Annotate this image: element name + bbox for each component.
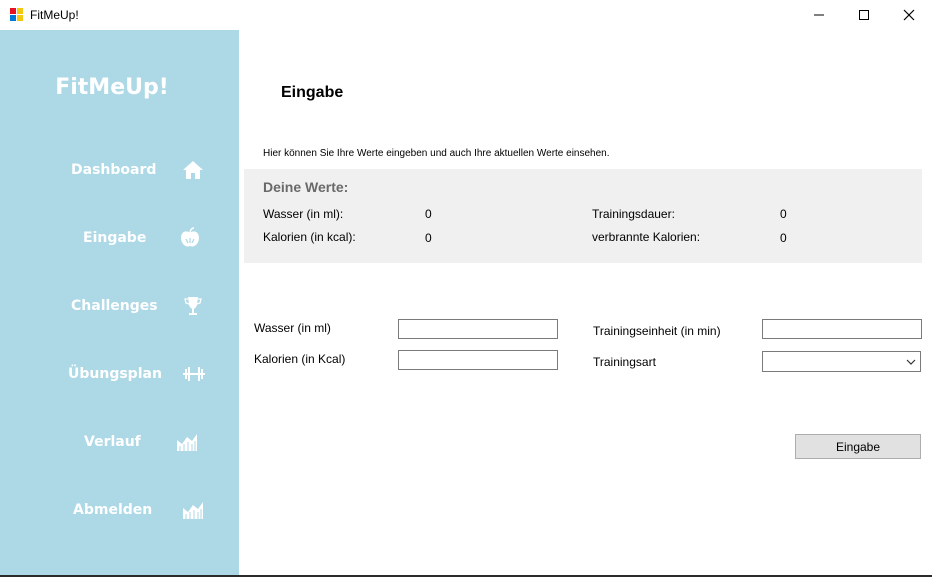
water-value: 0 — [425, 207, 432, 221]
calories-input[interactable] — [398, 350, 558, 370]
minimize-button[interactable] — [796, 0, 842, 30]
brand-title: FitMeUp! — [55, 75, 169, 100]
calories-value: 0 — [425, 231, 432, 245]
sidebar-item-abmelden[interactable]: Abmelden — [0, 490, 239, 530]
burned-calories-value: 0 — [780, 231, 787, 245]
maximize-icon — [859, 10, 869, 20]
duration-value: 0 — [780, 207, 787, 221]
values-heading: Deine Werte: — [263, 179, 349, 195]
calories-label: Kalorien (in kcal): — [263, 230, 356, 244]
intro-text: Hier können Sie Ihre Werte eingeben und … — [263, 148, 610, 159]
sidebar: FitMeUp! Dashboard Eingabe Challenges Üb… — [0, 30, 239, 575]
training-unit-input[interactable] — [762, 319, 922, 339]
sidebar-item-label: Dashboard — [71, 162, 157, 178]
training-type-label: Trainingsart — [593, 355, 656, 369]
water-input[interactable] — [398, 319, 558, 339]
dumbbell-icon — [183, 367, 205, 381]
chart-icon — [183, 502, 203, 519]
close-icon — [903, 9, 915, 21]
chevron-down-icon — [906, 359, 916, 365]
water-label: Wasser (in ml): — [263, 207, 344, 221]
sidebar-item-label: Challenges — [71, 298, 158, 314]
trophy-icon — [184, 297, 202, 315]
window-title: FitMeUp! — [30, 8, 79, 22]
chart-icon — [177, 434, 197, 451]
sidebar-item-label: Verlauf — [84, 434, 141, 450]
water-input-label: Wasser (in ml) — [254, 321, 331, 335]
sidebar-item-eingabe[interactable]: Eingabe — [0, 218, 239, 258]
training-type-select[interactable] — [762, 351, 921, 372]
training-unit-label: Trainingseinheit (in min) — [593, 324, 721, 338]
close-button[interactable] — [886, 0, 932, 30]
submit-button[interactable]: Eingabe — [795, 434, 921, 459]
sidebar-item-label: Abmelden — [73, 502, 153, 518]
maximize-button[interactable] — [841, 0, 887, 30]
values-panel: Deine Werte: Wasser (in ml): 0 Kalorien … — [244, 169, 922, 263]
minimize-icon — [814, 14, 824, 16]
sidebar-item-uebungsplan[interactable]: Übungsplan — [0, 354, 239, 394]
app-icon — [10, 8, 24, 22]
apple-icon — [181, 227, 199, 247]
sidebar-item-dashboard[interactable]: Dashboard — [0, 150, 239, 190]
sidebar-item-challenges[interactable]: Challenges — [0, 286, 239, 326]
sidebar-item-label: Übungsplan — [68, 366, 162, 382]
title-bar: FitMeUp! — [0, 0, 932, 30]
page-title: Eingabe — [281, 84, 344, 101]
sidebar-item-verlauf[interactable]: Verlauf — [0, 422, 239, 462]
home-icon — [183, 161, 203, 179]
sidebar-item-label: Eingabe — [83, 230, 147, 246]
calories-input-label: Kalorien (in Kcal) — [254, 352, 346, 366]
burned-calories-label: verbrannte Kalorien: — [592, 230, 701, 244]
duration-label: Trainingsdauer: — [592, 207, 675, 221]
